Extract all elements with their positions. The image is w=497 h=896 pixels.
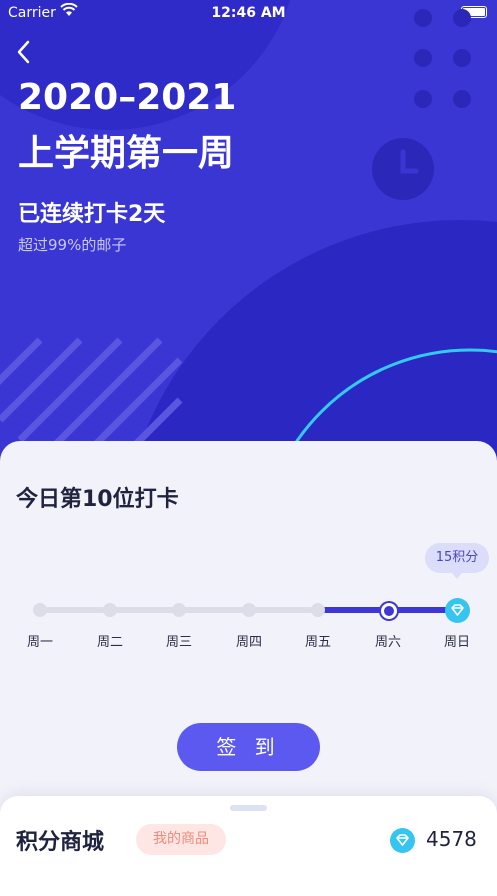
day-node-wed <box>172 603 186 617</box>
day-label: 周四 <box>235 635 262 650</box>
day-node-fri <box>311 603 325 617</box>
day-label: 周五 <box>304 635 331 650</box>
sheet-drag-handle[interactable] <box>230 805 267 811</box>
term-years: 2020–2021 <box>18 77 237 118</box>
checkin-title: 今日第10位打卡 <box>16 487 179 512</box>
clock-icon <box>372 138 434 200</box>
gem-icon <box>445 598 470 623</box>
decorative-dots <box>414 9 471 108</box>
reward-tooltip: 15积分 <box>425 543 489 579</box>
my-goods-button[interactable]: 我的商品 <box>136 824 226 855</box>
day-node-mon <box>33 603 47 617</box>
day-label: 周日 <box>443 635 470 650</box>
day-node-tue <box>103 603 117 617</box>
day-node-sat-today <box>381 603 397 619</box>
back-chevron-icon[interactable] <box>14 38 36 66</box>
rank-text: 超过99%的邮子 <box>18 236 127 254</box>
day-label: 周六 <box>374 635 401 650</box>
streak-text: 已连续打卡2天 <box>18 202 166 227</box>
points-balance: 4578 <box>426 827 477 851</box>
gem-icon <box>390 828 415 853</box>
hero-header: Carrier 12:46 AM 2020–2021 上学期第一周 已连续打卡2… <box>0 0 497 470</box>
points-shop-sheet[interactable]: 积分商城 我的商品 4578 <box>0 796 497 896</box>
day-node-thu <box>242 603 256 617</box>
day-label: 周一 <box>26 635 53 650</box>
term-week: 上学期第一周 <box>18 133 235 174</box>
day-label: 周三 <box>165 635 192 650</box>
checkin-button[interactable]: 签 到 <box>177 723 320 771</box>
shop-title: 积分商城 <box>16 830 105 855</box>
day-label: 周二 <box>96 635 123 650</box>
